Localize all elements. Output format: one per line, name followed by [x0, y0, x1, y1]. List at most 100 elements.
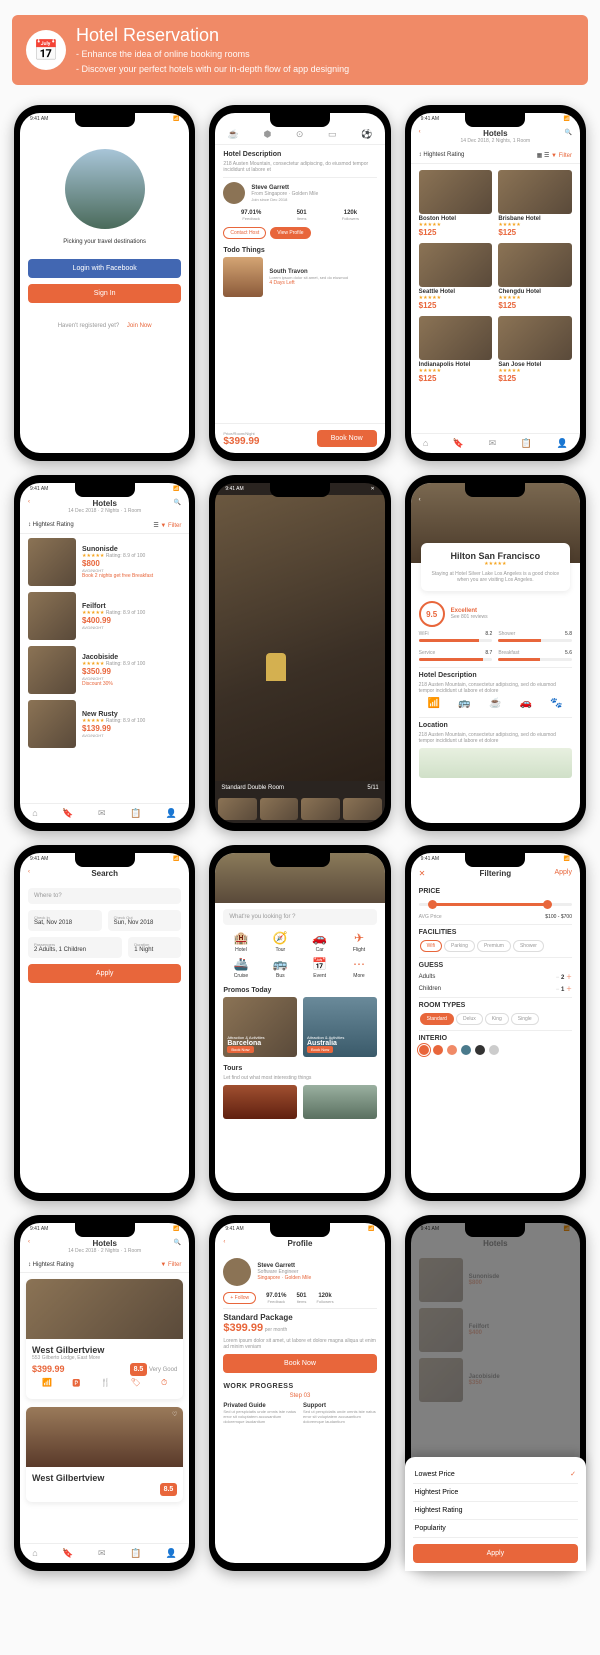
- filter-button[interactable]: ▼ Filter: [551, 153, 572, 159]
- tour-card[interactable]: [303, 1085, 377, 1119]
- back-icon[interactable]: ‹: [28, 499, 30, 505]
- login-facebook-button[interactable]: Login with Facebook: [28, 259, 181, 278]
- color-swatch[interactable]: [447, 1045, 457, 1055]
- back-icon[interactable]: ‹: [223, 1239, 225, 1245]
- hotel-card[interactable]: West Gilbertview 553 Gilberto Lodge, Eas…: [26, 1279, 183, 1399]
- sort-button[interactable]: ↕ Hightest Rating: [28, 1262, 74, 1268]
- tab-news[interactable]: 📋: [521, 438, 532, 449]
- tab-booking[interactable]: 🔖: [453, 438, 464, 449]
- nights-input[interactable]: Duration 1 Night: [128, 937, 181, 958]
- hotel-row[interactable]: Jacobiside ★★★★★ Rating: 8.9 of 100 $350…: [28, 646, 181, 694]
- category-flight[interactable]: ✈Flight: [341, 931, 376, 953]
- category-car[interactable]: 🚗Car: [302, 931, 337, 953]
- room-type-chip[interactable]: Standard: [420, 1013, 454, 1025]
- host-avatar[interactable]: [223, 182, 245, 204]
- minus-button[interactable]: −: [556, 975, 560, 981]
- where-input[interactable]: Where to?: [28, 888, 181, 904]
- back-icon[interactable]: ‹: [28, 1239, 30, 1245]
- category-hotel[interactable]: 🏨Hotel: [223, 931, 258, 953]
- gallery-thumb[interactable]: [301, 798, 340, 820]
- tab-messages[interactable]: ✉: [98, 1548, 106, 1559]
- sort-button[interactable]: ↕ Hightest Rating: [28, 522, 74, 529]
- color-swatch[interactable]: [433, 1045, 443, 1055]
- apply-link[interactable]: Apply: [554, 869, 572, 876]
- filter-button[interactable]: ▼ Filter: [160, 523, 181, 529]
- tab-messages[interactable]: ✉: [489, 438, 497, 449]
- tab-account[interactable]: 👤: [556, 438, 567, 449]
- plus-button[interactable]: ＋: [566, 975, 572, 981]
- category-cruise[interactable]: 🚢Cruise: [223, 957, 258, 979]
- book-now-button[interactable]: Book Now: [223, 1354, 376, 1373]
- close-icon[interactable]: ✕: [370, 486, 374, 492]
- hotel-row[interactable]: New Rusty ★★★★★ Rating: 8.9 of 100 $139.…: [28, 700, 181, 748]
- join-now-link[interactable]: Join Now: [127, 323, 152, 329]
- back-icon[interactable]: ‹: [419, 129, 421, 135]
- minus-button[interactable]: −: [556, 987, 560, 993]
- gallery-image[interactable]: [215, 495, 384, 781]
- profile-avatar[interactable]: [223, 1258, 251, 1286]
- follow-button[interactable]: + Follow: [223, 1292, 256, 1304]
- sort-option[interactable]: Lowest Price✓: [413, 1465, 578, 1484]
- sign-in-button[interactable]: Sign In: [28, 284, 181, 303]
- view-profile-button[interactable]: View Profile: [270, 227, 310, 239]
- back-icon[interactable]: ‹: [419, 497, 421, 503]
- book-now-button[interactable]: Book Now: [317, 430, 377, 447]
- favorite-icon[interactable]: ♡: [172, 1411, 177, 1418]
- category-bus[interactable]: 🚌Bus: [263, 957, 298, 979]
- filter-button[interactable]: ▼ Filter: [160, 1262, 181, 1268]
- sort-option[interactable]: Hightest Price: [413, 1484, 578, 1502]
- view-grid-icon[interactable]: ▦: [537, 153, 543, 159]
- gallery-thumb[interactable]: [343, 798, 382, 820]
- tab-home[interactable]: ⌂: [32, 1548, 37, 1559]
- tab-news[interactable]: 📋: [130, 1548, 141, 1559]
- checkout-input[interactable]: Check Out Sun, Nov 2018: [108, 910, 182, 931]
- facility-chip[interactable]: Shower: [513, 940, 544, 952]
- search-icon[interactable]: 🔍: [174, 499, 181, 506]
- tab-account[interactable]: 👤: [166, 1548, 177, 1559]
- gallery-thumb[interactable]: [260, 798, 299, 820]
- search-icon[interactable]: 🔍: [565, 129, 572, 136]
- tab-news[interactable]: 📋: [130, 808, 141, 819]
- category-tour[interactable]: 🧭Tour: [263, 931, 298, 953]
- category-more[interactable]: ⋯More: [341, 957, 376, 979]
- color-swatch[interactable]: [461, 1045, 471, 1055]
- hotel-row[interactable]: Sunonisde ★★★★★ Rating: 8.9 of 100 $800 …: [28, 538, 181, 586]
- search-input[interactable]: What're you looking for ?: [223, 909, 376, 925]
- hotel-card[interactable]: Seattle Hotel ★★★★★ $125: [419, 243, 493, 310]
- map-view[interactable]: [419, 748, 572, 778]
- promo-card[interactable]: Attraction & Activities Barcelona Book N…: [223, 997, 297, 1057]
- tab-account[interactable]: 👤: [166, 808, 177, 819]
- contact-host-button[interactable]: Contact Host: [223, 227, 266, 239]
- facility-chip[interactable]: Wifi: [420, 940, 442, 952]
- hotel-card[interactable]: Chengdu Hotel ★★★★★ $125: [498, 243, 572, 310]
- sort-option[interactable]: Hightest Rating: [413, 1502, 578, 1520]
- hotel-card[interactable]: Boston Hotel ★★★★★ $125: [419, 170, 493, 237]
- color-swatch[interactable]: [475, 1045, 485, 1055]
- sort-option[interactable]: Popularity: [413, 1520, 578, 1538]
- tab-messages[interactable]: ✉: [98, 808, 106, 819]
- hotel-card[interactable]: Brisbane Hotel ★★★★★ $125: [498, 170, 572, 237]
- tab-home[interactable]: ⌂: [423, 438, 428, 449]
- guests-input[interactable]: Passengers 2 Adults, 1 Children: [28, 937, 122, 958]
- close-icon[interactable]: ✕: [419, 869, 426, 878]
- tab-booking[interactable]: 🔖: [62, 808, 73, 819]
- view-list-icon[interactable]: ☰: [153, 523, 158, 529]
- hotel-card[interactable]: ♡ West Gilbertview 8.5: [26, 1407, 183, 1502]
- category-event[interactable]: 📅Event: [302, 957, 337, 979]
- apply-button[interactable]: Apply: [413, 1544, 578, 1563]
- tab-home[interactable]: ⌂: [32, 808, 37, 819]
- tab-booking[interactable]: 🔖: [62, 1548, 73, 1559]
- color-swatch[interactable]: [419, 1045, 429, 1055]
- search-icon[interactable]: 🔍: [174, 1239, 181, 1246]
- apply-button[interactable]: Apply: [28, 964, 181, 983]
- room-type-chip[interactable]: Delux: [456, 1013, 483, 1025]
- view-list-icon[interactable]: ☰: [544, 153, 549, 159]
- reviews-link[interactable]: See 801 reviews: [451, 614, 488, 620]
- gallery-thumb[interactable]: [218, 798, 257, 820]
- tour-card[interactable]: [223, 1085, 297, 1119]
- color-swatch[interactable]: [489, 1045, 499, 1055]
- facility-chip[interactable]: Premium: [477, 940, 511, 952]
- hotel-card[interactable]: Indianapolis Hotel ★★★★★ $125: [419, 316, 493, 383]
- room-type-chip[interactable]: King: [485, 1013, 509, 1025]
- room-type-chip[interactable]: Single: [511, 1013, 539, 1025]
